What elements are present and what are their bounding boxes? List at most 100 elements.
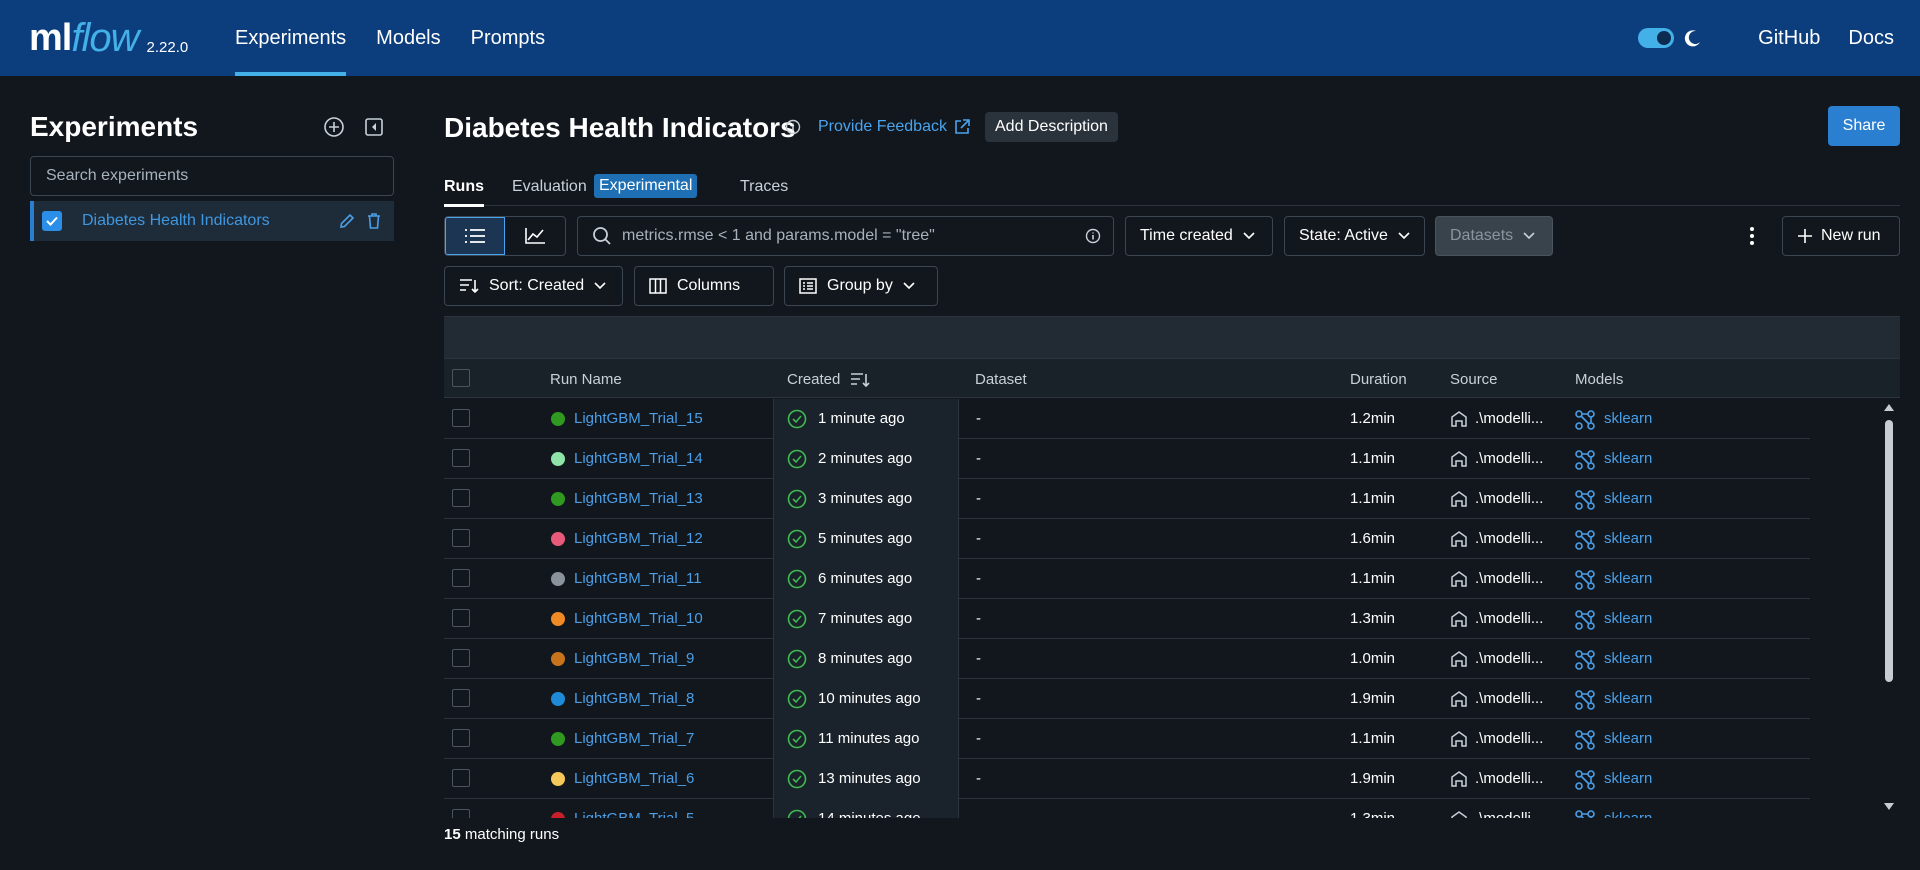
run-name-link[interactable]: LightGBM_Trial_6	[574, 770, 694, 787]
header-dataset[interactable]: Dataset	[975, 371, 1027, 388]
header-models[interactable]: Models	[1575, 371, 1623, 388]
time-created-dropdown[interactable]: Time created	[1125, 216, 1273, 256]
run-color-dot[interactable]	[551, 732, 565, 746]
run-color-dot[interactable]	[551, 612, 565, 626]
table-row[interactable]: LightGBM_Trial_5 14 minutes ago - 1.3min .\m…	[444, 799, 1810, 818]
row-checkbox[interactable]	[452, 569, 470, 587]
sort-desc-icon[interactable]	[850, 371, 870, 389]
table-view-button[interactable]	[445, 217, 506, 255]
source-value[interactable]: .\modelli...	[1475, 650, 1543, 667]
table-row[interactable]: LightGBM_Trial_10 7 minutes ago - 1.3min .\m…	[444, 599, 1810, 639]
delete-icon[interactable]	[364, 211, 384, 231]
table-row[interactable]: LightGBM_Trial_12 5 minutes ago - 1.6min .\m…	[444, 519, 1810, 559]
sort-dropdown[interactable]: Sort: Created	[444, 266, 623, 306]
run-name-link[interactable]: LightGBM_Trial_9	[574, 650, 694, 667]
table-row[interactable]: LightGBM_Trial_7 11 minutes ago - 1.1min .\m…	[444, 719, 1810, 759]
model-link[interactable]: sklearn	[1604, 770, 1652, 787]
run-name-link[interactable]: LightGBM_Trial_10	[574, 610, 703, 627]
run-color-dot[interactable]	[551, 452, 565, 466]
model-link[interactable]: sklearn	[1604, 610, 1652, 627]
theme-toggle[interactable]	[1638, 28, 1675, 48]
header-run-name[interactable]: Run Name	[550, 371, 622, 388]
row-checkbox[interactable]	[452, 809, 470, 818]
row-checkbox[interactable]	[452, 769, 470, 787]
model-link[interactable]: sklearn	[1604, 690, 1652, 707]
table-row[interactable]: LightGBM_Trial_9 8 minutes ago - 1.0min .\mo…	[444, 639, 1810, 679]
scroll-thumb[interactable]	[1885, 420, 1893, 682]
run-name-link[interactable]: LightGBM_Trial_11	[574, 570, 702, 587]
model-link[interactable]: sklearn	[1604, 570, 1652, 587]
source-value[interactable]: .\modelli...	[1475, 490, 1543, 507]
run-color-dot[interactable]	[551, 532, 565, 546]
source-value[interactable]: .\modelli...	[1475, 570, 1543, 587]
provide-feedback-link[interactable]: Provide Feedback	[818, 118, 971, 136]
info-icon[interactable]	[785, 119, 801, 135]
source-value[interactable]: .\modelli...	[1475, 730, 1543, 747]
scroll-down-icon[interactable]	[1883, 802, 1895, 812]
add-experiment-icon[interactable]	[323, 116, 345, 138]
header-source[interactable]: Source	[1450, 371, 1498, 388]
run-name-link[interactable]: LightGBM_Trial_8	[574, 690, 694, 707]
model-link[interactable]: sklearn	[1604, 490, 1652, 507]
datasets-dropdown[interactable]: Datasets	[1435, 216, 1553, 256]
state-filter-dropdown[interactable]: State: Active	[1284, 216, 1425, 256]
columns-dropdown[interactable]: Columns	[634, 266, 774, 306]
row-checkbox[interactable]	[452, 489, 470, 507]
run-name-link[interactable]: LightGBM_Trial_5	[574, 810, 694, 818]
model-link[interactable]: sklearn	[1604, 530, 1652, 547]
docs-link[interactable]: Docs	[1848, 27, 1894, 50]
table-row[interactable]: LightGBM_Trial_13 3 minutes ago - 1.1min .\m…	[444, 479, 1810, 519]
search-runs-input[interactable]: metrics.rmse < 1 and params.model = "tre…	[577, 216, 1114, 256]
table-row[interactable]: LightGBM_Trial_8 10 minutes ago - 1.9min .\m…	[444, 679, 1810, 719]
row-checkbox[interactable]	[452, 409, 470, 427]
source-value[interactable]: .\modelli...	[1475, 810, 1543, 818]
run-color-dot[interactable]	[551, 412, 565, 426]
model-link[interactable]: sklearn	[1604, 410, 1652, 427]
run-color-dot[interactable]	[551, 692, 565, 706]
nav-prompts[interactable]: Prompts	[471, 0, 545, 76]
row-checkbox[interactable]	[452, 729, 470, 747]
row-checkbox[interactable]	[452, 649, 470, 667]
model-link[interactable]: sklearn	[1604, 730, 1652, 747]
row-checkbox[interactable]	[452, 609, 470, 627]
header-duration[interactable]: Duration	[1350, 371, 1407, 388]
collapse-sidebar-icon[interactable]	[363, 116, 385, 138]
source-value[interactable]: .\modelli...	[1475, 450, 1543, 467]
table-row[interactable]: LightGBM_Trial_14 2 minutes ago - 1.1min .\m…	[444, 439, 1810, 479]
tab-evaluation[interactable]: Evaluation	[512, 178, 587, 196]
table-row[interactable]: LightGBM_Trial_6 13 minutes ago - 1.9min .\m…	[444, 759, 1810, 799]
model-link[interactable]: sklearn	[1604, 450, 1652, 467]
source-value[interactable]: .\modelli...	[1475, 610, 1543, 627]
run-name-link[interactable]: LightGBM_Trial_14	[574, 450, 703, 467]
run-name-link[interactable]: LightGBM_Trial_13	[574, 490, 703, 507]
share-button[interactable]: Share	[1828, 106, 1900, 146]
github-link[interactable]: GitHub	[1758, 27, 1820, 50]
source-value[interactable]: .\modelli...	[1475, 770, 1543, 787]
row-checkbox[interactable]	[452, 529, 470, 547]
run-name-link[interactable]: LightGBM_Trial_12	[574, 530, 703, 547]
run-color-dot[interactable]	[551, 772, 565, 786]
tab-traces[interactable]: Traces	[740, 178, 788, 196]
row-checkbox[interactable]	[452, 689, 470, 707]
mlflow-logo[interactable]: ml flow 2.22.0	[29, 18, 188, 58]
table-row[interactable]: LightGBM_Trial_15 1 minute ago - 1.2min .\mo…	[444, 399, 1810, 439]
nav-experiments[interactable]: Experiments	[235, 0, 347, 76]
source-value[interactable]: .\modelli...	[1475, 530, 1543, 547]
edit-icon[interactable]	[337, 211, 357, 231]
header-created[interactable]: Created	[787, 371, 840, 388]
model-link[interactable]: sklearn	[1604, 810, 1652, 818]
tab-runs[interactable]: Runs	[444, 178, 484, 207]
run-name-link[interactable]: LightGBM_Trial_7	[574, 730, 694, 747]
table-row[interactable]: LightGBM_Trial_11 6 minutes ago - 1.1min .\m…	[444, 559, 1810, 599]
new-run-button[interactable]: New run	[1782, 216, 1900, 256]
run-color-dot[interactable]	[551, 492, 565, 506]
source-value[interactable]: .\modelli...	[1475, 690, 1543, 707]
experiment-checkbox[interactable]	[42, 211, 62, 231]
run-name-link[interactable]: LightGBM_Trial_15	[574, 410, 703, 427]
select-all-checkbox[interactable]	[452, 369, 470, 387]
run-color-dot[interactable]	[551, 652, 565, 666]
chart-view-button[interactable]	[505, 217, 565, 255]
row-checkbox[interactable]	[452, 449, 470, 467]
group-by-dropdown[interactable]: Group by	[784, 266, 938, 306]
source-value[interactable]: .\modelli...	[1475, 410, 1543, 427]
